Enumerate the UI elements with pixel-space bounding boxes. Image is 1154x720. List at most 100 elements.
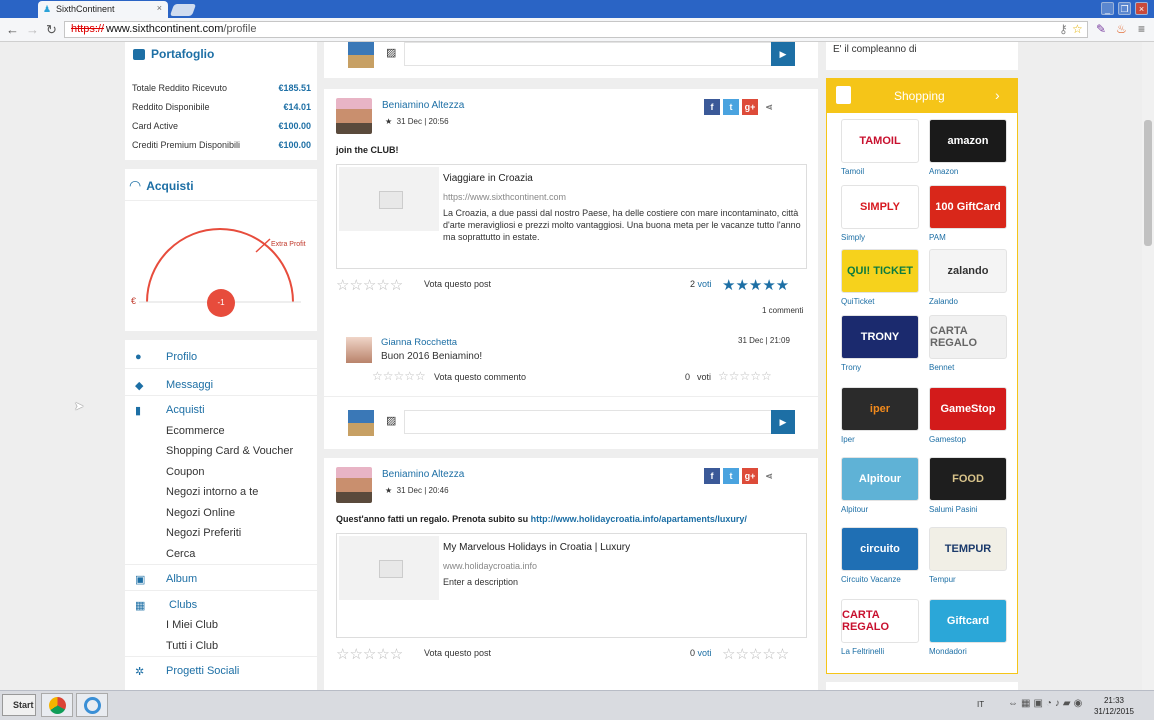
comment-average-stars: ☆☆☆☆☆	[718, 369, 772, 383]
nav-messaggi[interactable]: ◆ Messaggi	[125, 375, 317, 396]
comment-rating-stars[interactable]: ☆☆☆☆☆	[372, 369, 426, 383]
comment-input[interactable]	[404, 410, 772, 434]
shop-item[interactable]: FOOD Salumi Pasini	[929, 457, 1007, 514]
shop-item[interactable]: QUI! TICKET QuiTicket	[841, 249, 919, 306]
shop-name: PAM	[929, 233, 946, 242]
author-avatar[interactable]	[336, 467, 372, 503]
shop-item[interactable]: TAMOIL Tamoil	[841, 119, 919, 176]
menu-icon[interactable]: ≡	[1138, 22, 1145, 36]
shop-item[interactable]: Giftcard Mondadori	[929, 599, 1007, 656]
facebook-share-icon[interactable]: f	[704, 99, 720, 115]
comment-votes-word[interactable]: voti	[697, 372, 711, 382]
reload-icon[interactable]: ↻	[46, 22, 57, 38]
bookmark-star-icon[interactable]: ☆	[1072, 22, 1083, 36]
nav-sub-negozi-online[interactable]: Negozi Online	[125, 503, 317, 524]
link-title: My Marvelous Holidays in Croatia | Luxur…	[443, 542, 631, 553]
left-nav-menu: ● Profilo ◆ Messaggi ▮ Acquisti Ecommerce S…	[125, 340, 317, 690]
link-preview-card[interactable]: Viaggiare in Croazia https://www.sixthco…	[336, 164, 807, 269]
commenter-avatar[interactable]	[346, 337, 372, 363]
nav-sub-miei-club[interactable]: I Miei Club	[125, 615, 317, 636]
nav-sub-shopping-card[interactable]: Shopping Card & Voucher	[125, 441, 317, 462]
facebook-share-icon[interactable]: f	[704, 468, 720, 484]
network-icon: ✲	[135, 666, 145, 679]
nav-sub-tutti-club[interactable]: Tutti i Club	[125, 636, 317, 657]
send-comment-button[interactable]: ▶	[771, 410, 795, 434]
language-indicator[interactable]: IT	[977, 700, 984, 709]
send-comment-button[interactable]: ▶	[771, 42, 795, 66]
restore-button[interactable]: ❐	[1118, 2, 1131, 15]
share-buttons: f t g+ ⋖	[704, 468, 777, 484]
tab-close-icon[interactable]: ×	[157, 3, 162, 13]
nav-profilo[interactable]: ● Profilo	[125, 347, 317, 368]
url-input[interactable]: https://www.sixthcontinent.com/profile	[64, 21, 1088, 38]
forward-arrow-icon[interactable]: →	[26, 22, 39, 37]
close-window-button[interactable]: ×	[1135, 2, 1148, 15]
flame-extension-icon[interactable]: ♨	[1116, 22, 1127, 36]
post-author[interactable]: Beniamino Altezza	[382, 469, 464, 480]
nav-sub-negozi-preferiti[interactable]: Negozi Preferiti	[125, 523, 317, 544]
start-button[interactable]: Start	[2, 694, 36, 716]
browser-tab[interactable]: ♟ SixthContinent ×	[38, 1, 168, 18]
shop-item[interactable]: iper Iper	[841, 387, 919, 444]
nav-sub-ecommerce[interactable]: Ecommerce	[125, 421, 317, 442]
image-upload-icon[interactable]: ▨	[386, 414, 396, 427]
minimize-button[interactable]: _	[1101, 2, 1114, 15]
post-author[interactable]: Beniamino Altezza	[382, 100, 464, 111]
googleplus-share-icon[interactable]: g+	[742, 99, 758, 115]
shop-item[interactable]: 100 GiftCard PAM	[929, 185, 1007, 242]
app-circle-icon	[84, 697, 101, 714]
share-icon[interactable]: ⋖	[761, 99, 777, 115]
post-rating-stars[interactable]: ☆☆☆☆☆	[336, 645, 403, 663]
tray-icons[interactable]: ⇔▦▣◔♪▰◉	[1008, 698, 1085, 709]
share-icon[interactable]: ⋖	[761, 468, 777, 484]
post-rating-stars[interactable]: ☆☆☆☆☆	[336, 276, 403, 294]
shopping-header[interactable]: Shopping ›	[827, 79, 1017, 113]
shop-item[interactable]: SIMPLY Simply	[841, 185, 919, 242]
taskbar-app[interactable]	[76, 693, 108, 717]
shop-item[interactable]: CARTA REGALO La Feltrinelli	[841, 599, 919, 656]
googleplus-share-icon[interactable]: g+	[742, 468, 758, 484]
nav-acquisti[interactable]: ▮ Acquisti	[125, 400, 317, 421]
comment-author[interactable]: Gianna Rocchetta	[381, 337, 457, 348]
comments-count[interactable]: 1 commenti	[762, 306, 803, 315]
chat-icon: ◆	[135, 379, 144, 392]
shop-item[interactable]: CARTA REGALO Bennet	[929, 315, 1007, 372]
votes-word: voti	[697, 279, 712, 289]
nav-album[interactable]: ▣ Album	[125, 569, 317, 590]
votes-count[interactable]: 0 voti	[690, 648, 712, 658]
shop-item[interactable]: circuito Circuito Vacanze	[841, 527, 919, 584]
votes-word: voti	[697, 648, 712, 658]
new-tab-button[interactable]	[169, 4, 197, 16]
nav-sub-coupon[interactable]: Coupon	[125, 462, 317, 483]
link-preview-card[interactable]: My Marvelous Holidays in Croatia | Luxur…	[336, 533, 807, 638]
shop-item[interactable]: amazon Amazon	[929, 119, 1007, 176]
shop-item[interactable]: TRONY Trony	[841, 315, 919, 372]
page-scrollbar[interactable]	[1142, 42, 1154, 690]
comment-input[interactable]	[404, 42, 772, 66]
pen-extension-icon[interactable]: ✎	[1096, 22, 1106, 36]
votes-count[interactable]: 2 voti	[690, 279, 712, 289]
scrollbar-thumb[interactable]	[1144, 120, 1152, 246]
shop-name: Alpitour	[841, 505, 869, 514]
twitter-share-icon[interactable]: t	[723, 468, 739, 484]
shop-item[interactable]: GameStop Gamestop	[929, 387, 1007, 444]
url-host: www.sixthcontinent.com	[106, 23, 224, 35]
post-link[interactable]: http://www.holidaycroatia.info/apartamen…	[531, 514, 747, 524]
nav-sub-negozi-intorno[interactable]: Negozi intorno a te	[125, 482, 317, 503]
clock-time: 21:33	[1103, 696, 1124, 705]
author-avatar[interactable]	[336, 98, 372, 134]
twitter-share-icon[interactable]: t	[723, 99, 739, 115]
nav-sub-cerca[interactable]: Cerca	[125, 544, 317, 565]
chevron-right-icon[interactable]: ›	[995, 87, 1000, 103]
shop-logo: SIMPLY	[841, 185, 919, 229]
nav-progetti-sociali[interactable]: ✲ Progetti Sociali	[125, 661, 317, 682]
nav-clubs[interactable]: ▦ Clubs	[125, 595, 317, 616]
shop-item[interactable]: Alpitour Alpitour	[841, 457, 919, 514]
key-icon[interactable]: ⚷	[1059, 22, 1068, 36]
image-upload-icon[interactable]: ▨	[386, 46, 396, 59]
shop-item[interactable]: TEMPUR Tempur	[929, 527, 1007, 584]
back-arrow-icon[interactable]: ←	[6, 22, 19, 37]
taskbar-chrome-app[interactable]	[41, 693, 73, 717]
shop-item[interactable]: zalando Zalando	[929, 249, 1007, 306]
system-clock[interactable]: 21:33 31/12/2015	[1094, 695, 1134, 717]
